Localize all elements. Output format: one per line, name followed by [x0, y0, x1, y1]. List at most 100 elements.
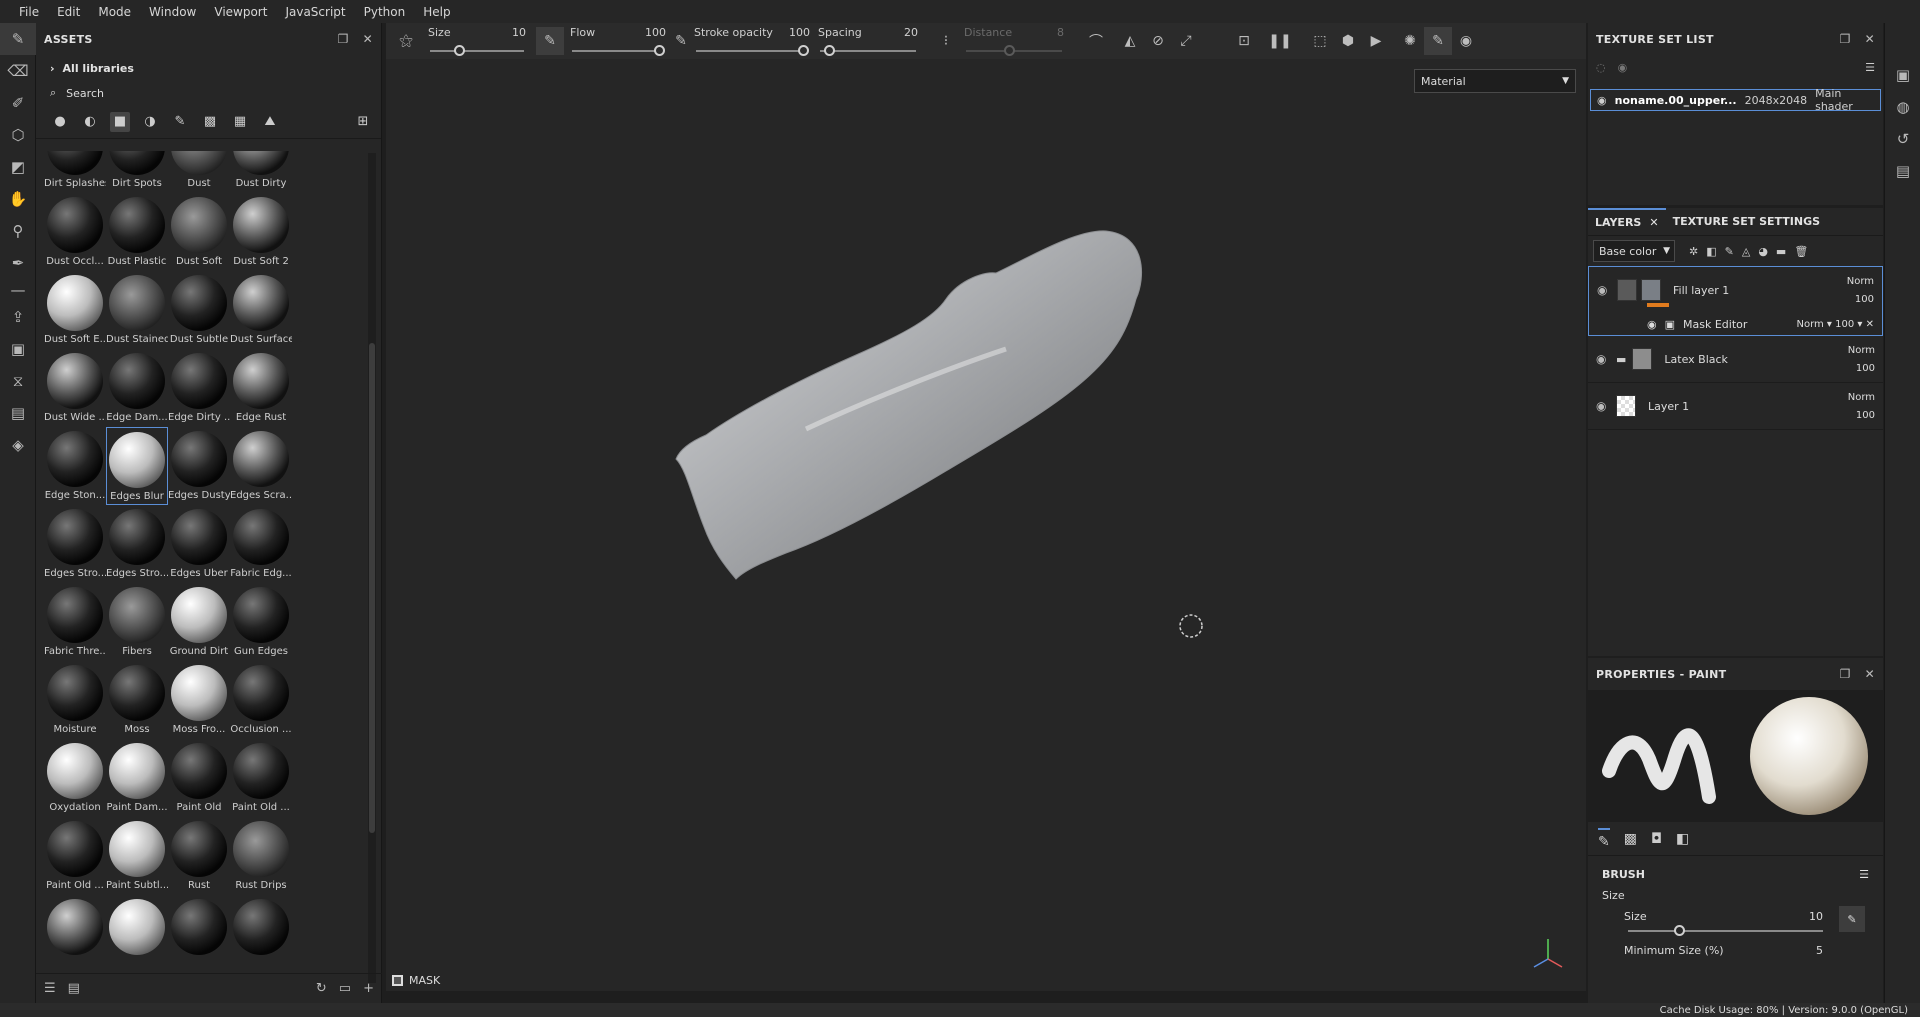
clone-stamp-icon[interactable]: ⚲	[0, 215, 36, 247]
eye-icon[interactable]: ◉	[1596, 352, 1610, 366]
brush-filter-icon[interactable]: ✎	[170, 112, 190, 132]
stroke-opacity-param[interactable]: Stroke opacity 100	[694, 23, 814, 59]
size-slider-knob[interactable]	[1674, 925, 1685, 936]
layer-blend[interactable]: Norm 100	[1847, 273, 1874, 309]
asset-item[interactable]: Paint Old ...	[230, 739, 292, 817]
search-input[interactable]: Search	[66, 87, 104, 100]
mask-blend-mode[interactable]: Norm	[1796, 319, 1823, 330]
asset-item[interactable]: Gun Edges	[230, 583, 292, 661]
asset-item[interactable]	[230, 895, 292, 973]
asset-item[interactable]: Edge Rust	[230, 349, 292, 427]
eye-icon[interactable]: ◉	[1597, 283, 1611, 297]
refresh-icon[interactable]: ↻	[316, 981, 327, 996]
pressure-icon[interactable]: ✎	[536, 27, 564, 55]
stencil-tab-icon[interactable]: ◘	[1651, 831, 1662, 847]
mask-editor-blend[interactable]: Norm ▾ 100 ▾ ✕	[1796, 319, 1874, 330]
layer-opacity[interactable]: 100	[1848, 407, 1875, 425]
asset-item[interactable]: Fabric Thre...	[44, 583, 106, 661]
menu-file[interactable]: File	[10, 5, 48, 19]
stroke-opacity-value[interactable]: 100	[789, 26, 810, 39]
menu-python[interactable]: Python	[355, 5, 415, 19]
color-picker-icon[interactable]: ✒	[0, 247, 36, 279]
pressure-icon[interactable]: ✎	[1839, 906, 1865, 932]
asset-item[interactable]: Edge Dirty ...	[168, 349, 230, 427]
layer-opacity[interactable]: 100	[1848, 360, 1875, 378]
stroke-opacity-knob[interactable]	[798, 45, 809, 56]
blend-mode[interactable]: Norm	[1847, 273, 1874, 291]
paint-brush-icon[interactable]: ✎	[0, 23, 36, 55]
add-icon[interactable]: +	[363, 981, 374, 996]
video-camera-icon[interactable]: ▶	[1362, 27, 1390, 55]
close-icon[interactable]: ✕	[1649, 216, 1658, 229]
layer-opacity[interactable]: 100	[1847, 291, 1874, 309]
layer-row-fill-layer-1[interactable]: ◉ Fill layer 1 Norm 100	[1589, 267, 1882, 313]
mask-editor-row[interactable]: ◉ ▣ Mask Editor Norm ▾ 100 ▾ ✕	[1589, 313, 1882, 335]
asset-item[interactable]: Moisture	[44, 661, 106, 739]
flow-value[interactable]: 100	[645, 26, 666, 39]
menu-mode[interactable]: Mode	[89, 5, 140, 19]
polygon-fill-icon[interactable]: ◩	[0, 151, 36, 183]
delete-icon[interactable]: 🗑	[1794, 245, 1808, 258]
asset-item[interactable]: Edges Blur	[106, 427, 168, 505]
view-3d-icon[interactable]: ⬢	[1334, 27, 1362, 55]
asset-item[interactable]: Ground Dirt	[168, 583, 230, 661]
blend-mode[interactable]: Norm	[1848, 342, 1875, 360]
transform-icon[interactable]: ⤢	[1172, 27, 1200, 55]
asset-item[interactable]: Paint Subtl...	[106, 817, 168, 895]
asset-item[interactable]: Oxydation	[44, 739, 106, 817]
asset-item[interactable]: Dust Subtle	[168, 271, 230, 349]
size-param[interactable]: Size 10	[428, 23, 530, 59]
menu-edit[interactable]: Edit	[48, 5, 89, 19]
texture-filter-icon[interactable]: ▦	[230, 112, 250, 132]
list-view-icon[interactable]: ☰	[44, 981, 56, 996]
alpha-filter-icon[interactable]: ▩	[200, 112, 220, 132]
shelf-icon[interactable]: ▤	[0, 397, 36, 429]
texture-set-row[interactable]: ◉ noname.00_upper... 2048x2048 Main shad…	[1590, 87, 1881, 113]
layer-name[interactable]: Fill layer 1	[1673, 284, 1729, 297]
lazy-mouse-icon[interactable]: ⁝	[932, 27, 960, 55]
asset-item[interactable]: Dust Soft 2	[230, 193, 292, 271]
tab-texture-set-settings[interactable]: TEXTURE SET SETTINGS	[1666, 208, 1827, 236]
mirror-icon[interactable]: ◭	[1116, 27, 1144, 55]
channel-select[interactable]: Base color ▼	[1593, 240, 1675, 262]
asset-item[interactable]: Dust Soft	[168, 193, 230, 271]
menu-window[interactable]: Window	[140, 5, 205, 19]
screenshot-camera-icon[interactable]: ◉	[1452, 27, 1480, 55]
grid-view-icon[interactable]: ⊞	[353, 112, 373, 132]
asset-item[interactable]: Dirt Spots	[106, 151, 168, 193]
asset-item[interactable]: Edges Scra...	[230, 427, 292, 505]
add-fill-layer-icon[interactable]: ◬	[1742, 245, 1750, 258]
size-value[interactable]: 10	[512, 26, 526, 39]
layer-row-latex-black[interactable]: ◉ ▬ Latex Black Norm 100	[1588, 336, 1883, 383]
hide-icon[interactable]: ◌	[1596, 61, 1606, 74]
folder-icon[interactable]: ▭	[339, 981, 351, 996]
undock-icon[interactable]: ❐	[338, 32, 349, 46]
asset-item[interactable]: Edge Ston...	[44, 427, 106, 505]
spacing-param[interactable]: Spacing 20	[818, 23, 922, 59]
details-view-icon[interactable]: ▤	[68, 981, 80, 996]
brush-section-header[interactable]: BRUSH ☰	[1588, 856, 1883, 881]
layer-blend[interactable]: Norm 100	[1848, 389, 1875, 425]
asset-item[interactable]	[44, 895, 106, 973]
asset-item[interactable]: Paint Old ...	[44, 817, 106, 895]
asset-item[interactable]	[106, 895, 168, 973]
viewer-settings-icon[interactable]: ▣	[1885, 59, 1920, 91]
layer-name[interactable]: Latex Black	[1664, 353, 1728, 366]
view-2d-icon[interactable]: ⬚	[1306, 27, 1334, 55]
min-size-value[interactable]: 5	[1816, 944, 1823, 957]
add-paint-layer-icon[interactable]: ✎	[1725, 245, 1734, 258]
layer-row-layer-1[interactable]: ◉ Layer 1 Norm 100	[1588, 383, 1883, 430]
asset-item[interactable]: Dust Wide ...	[44, 349, 106, 427]
layer-blend[interactable]: Norm 100	[1848, 342, 1875, 378]
camera-frame-icon[interactable]: ⊡	[1230, 27, 1258, 55]
library-selector[interactable]: › All libraries	[36, 55, 381, 81]
asset-item[interactable]: Edges Stro...	[106, 505, 168, 583]
min-size-property[interactable]: Minimum Size (%) 5	[1588, 936, 1883, 957]
size-property-value[interactable]: 10	[1809, 910, 1823, 923]
close-icon[interactable]: ✕	[1865, 32, 1875, 46]
asset-item[interactable]: Fabric Edg...	[230, 505, 292, 583]
geometry-mask-icon[interactable]: ⬡	[0, 119, 36, 151]
smart-material-filter-icon[interactable]: ◐	[80, 112, 100, 132]
asset-item[interactable]: Rust Drips	[230, 817, 292, 895]
iray-icon[interactable]: ✺	[1396, 27, 1424, 55]
